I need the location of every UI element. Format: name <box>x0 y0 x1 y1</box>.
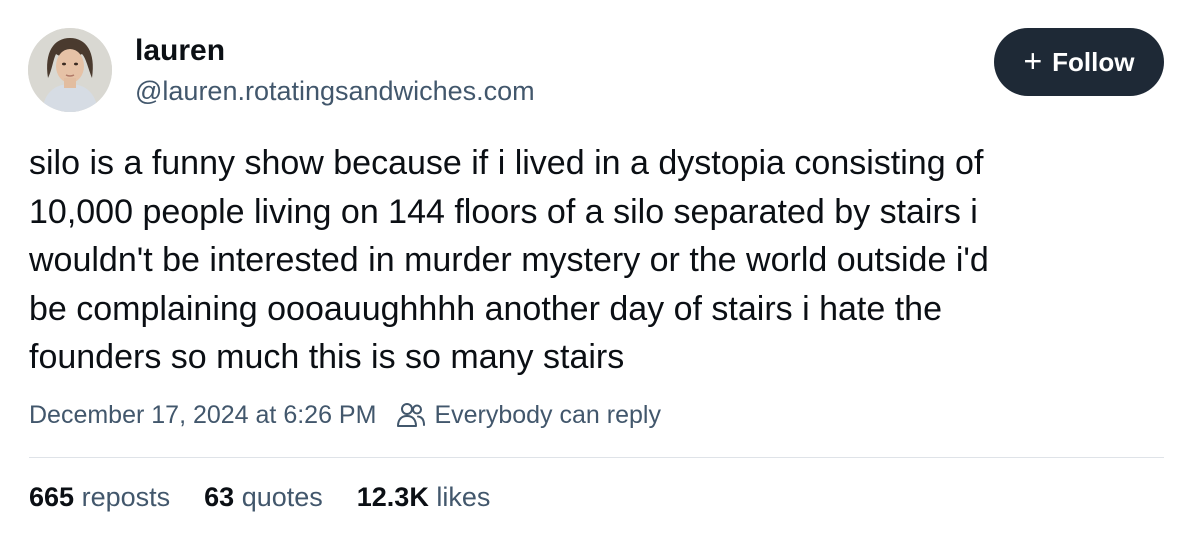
quotes-count: 63 <box>204 482 235 512</box>
follow-button[interactable]: + Follow <box>994 28 1164 96</box>
quotes-label: quotes <box>241 482 323 512</box>
plus-icon: + <box>1023 42 1043 79</box>
avatar[interactable] <box>28 28 112 112</box>
post-stats: 665 reposts 63 quotes 12.3K likes <box>29 478 490 516</box>
post-header: lauren @lauren.rotatingsandwiches.com + … <box>28 28 1164 112</box>
follow-button-label: Follow <box>1052 46 1135 77</box>
divider <box>29 457 1164 458</box>
display-name[interactable]: lauren <box>135 34 225 68</box>
post-text: silo is a funny show because if i lived … <box>29 144 989 376</box>
reply-setting[interactable]: Everybody can reply <box>434 401 661 430</box>
quotes-stat[interactable]: 63 quotes <box>204 478 323 516</box>
reposts-label: reposts <box>81 482 171 512</box>
likes-count: 12.3K <box>356 482 429 512</box>
post-meta: December 17, 2024 at 6:26 PM Everybody c… <box>29 397 661 433</box>
likes-stat[interactable]: 12.3K likes <box>357 478 491 516</box>
reposts-count: 665 <box>29 482 75 512</box>
reposts-stat[interactable]: 665 reposts <box>29 478 170 516</box>
likes-label: likes <box>436 482 491 512</box>
people-icon <box>397 403 426 427</box>
user-handle[interactable]: @lauren.rotatingsandwiches.com <box>135 75 535 107</box>
avatar-image <box>28 28 112 112</box>
post-timestamp[interactable]: December 17, 2024 at 6:26 PM <box>29 401 376 430</box>
